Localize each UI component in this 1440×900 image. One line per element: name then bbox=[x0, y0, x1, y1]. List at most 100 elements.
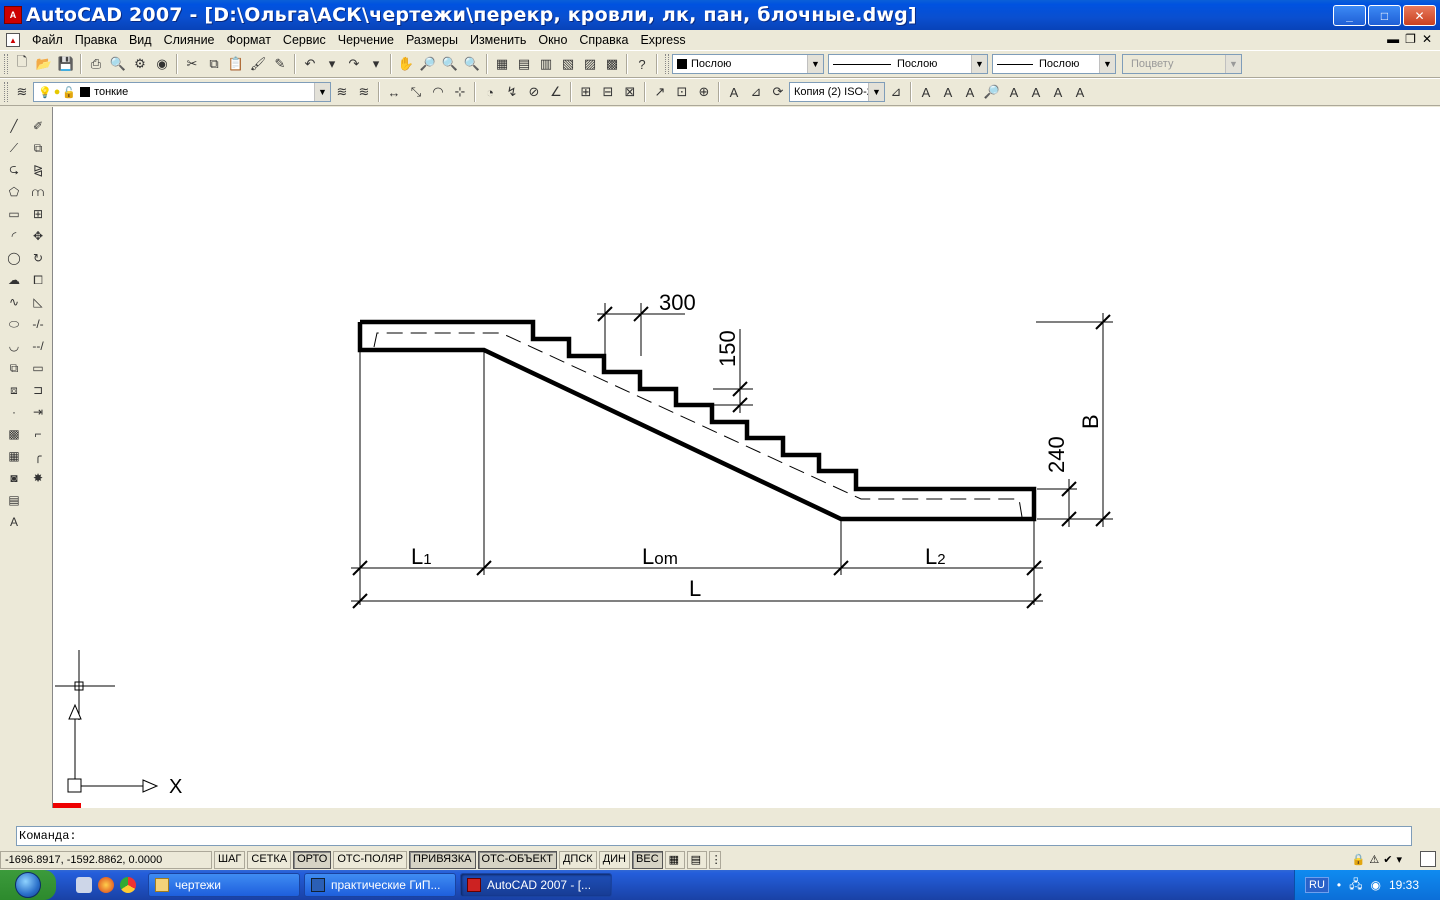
offset-icon[interactable]: ⩋ bbox=[26, 181, 50, 203]
continue-icon[interactable]: ⊠ bbox=[619, 81, 641, 103]
undo-dropdown-icon[interactable]: ▾ bbox=[321, 53, 343, 75]
match-properties-icon[interactable]: 🖌 bbox=[247, 53, 269, 75]
stretch-icon[interactable]: ◺ bbox=[26, 291, 50, 313]
doc-close-icon[interactable]: ✕ bbox=[1422, 32, 1432, 46]
scale-text-icon[interactable]: A bbox=[1047, 81, 1069, 103]
lock-toolbars-icon[interactable]: 🔒 bbox=[1352, 853, 1366, 866]
network-icon[interactable]: 🖧 bbox=[1349, 875, 1362, 896]
toolbar-grip[interactable] bbox=[4, 54, 8, 74]
chevron-down-icon[interactable]: ▼ bbox=[1099, 55, 1115, 73]
linetype-combo[interactable]: Послою ▼ bbox=[828, 54, 988, 74]
status-dropdown-icon[interactable]: ▾ bbox=[1396, 853, 1402, 866]
dim-text-L2[interactable]: L2 bbox=[925, 544, 946, 569]
new-icon[interactable]: 🗋 bbox=[11, 53, 33, 75]
chevron-down-icon[interactable]: ▼ bbox=[868, 83, 884, 101]
menu-draw[interactable]: Черчение bbox=[332, 33, 400, 47]
drawing-area[interactable]: 300 150 240 B L1 Lom L2 L X bbox=[52, 107, 1440, 808]
zoom-realtime-icon[interactable]: 🔎 bbox=[417, 53, 439, 75]
tolerance-icon[interactable]: ⊡ bbox=[671, 81, 693, 103]
revision-cloud-icon[interactable]: ☁ bbox=[2, 269, 26, 291]
grid-toggle[interactable]: СЕТКА bbox=[247, 851, 292, 869]
circle-icon[interactable]: ◯ bbox=[2, 247, 26, 269]
spline-icon[interactable]: ∿ bbox=[2, 291, 26, 313]
redo-icon[interactable]: ↷ bbox=[343, 53, 365, 75]
spelling-icon[interactable]: A bbox=[1003, 81, 1025, 103]
copy-object-icon[interactable]: ⧉ bbox=[26, 137, 50, 159]
center-mark-icon[interactable]: ⊕ bbox=[693, 81, 715, 103]
gradient-icon[interactable]: ▦ bbox=[2, 445, 26, 467]
cut-icon[interactable]: ✂ bbox=[181, 53, 203, 75]
dim-text-300[interactable]: 300 bbox=[659, 290, 696, 315]
menu-help[interactable]: Справка bbox=[573, 33, 634, 47]
help-icon[interactable]: ? bbox=[631, 53, 653, 75]
diameter-icon[interactable]: ⊘ bbox=[523, 81, 545, 103]
command-input[interactable]: Команда: bbox=[16, 826, 1412, 846]
join-icon[interactable]: ⇥ bbox=[26, 401, 50, 423]
title-bar[interactable]: A AutoCAD 2007 - [D:\Ольга\АСК\чертежи\п… bbox=[0, 0, 1440, 30]
justify-text-icon[interactable]: A bbox=[1069, 81, 1091, 103]
maximize-button[interactable]: □ bbox=[1368, 5, 1401, 26]
break-at-point-icon[interactable]: ▭ bbox=[26, 357, 50, 379]
ortho-toggle[interactable]: ОРТО bbox=[293, 851, 332, 869]
save-icon[interactable]: 💾 bbox=[55, 53, 77, 75]
menu-edit[interactable]: Правка bbox=[69, 33, 123, 47]
layer-combo[interactable]: 💡 ● 🔓 тонкие ▼ bbox=[33, 82, 331, 102]
show-desktop-icon[interactable] bbox=[76, 877, 92, 893]
menu-view[interactable]: Вид bbox=[123, 33, 158, 47]
polar-toggle[interactable]: ОТС-ПОЛЯР bbox=[333, 851, 408, 869]
extend-icon[interactable]: --/ bbox=[26, 335, 50, 357]
array-icon[interactable]: ⊞ bbox=[26, 203, 50, 225]
menu-merge[interactable]: Слияние bbox=[158, 33, 221, 47]
move-icon[interactable]: ✥ bbox=[26, 225, 50, 247]
snap-toggle[interactable]: ШАГ bbox=[214, 851, 246, 869]
menu-modify[interactable]: Изменить bbox=[464, 33, 532, 47]
erase-icon[interactable]: ✐ bbox=[26, 115, 50, 137]
dim-text-L[interactable]: L bbox=[689, 576, 701, 601]
mtext-icon[interactable]: A bbox=[2, 511, 26, 533]
opera-icon[interactable] bbox=[98, 877, 114, 893]
dyn-toggle[interactable]: ДИН bbox=[598, 851, 631, 869]
lineweight-combo[interactable]: Послою ▼ bbox=[992, 54, 1116, 74]
menu-window[interactable]: Окно bbox=[532, 33, 573, 47]
tray-dot-icon[interactable]: • bbox=[1337, 878, 1341, 892]
fillet-icon[interactable]: ╭ bbox=[26, 445, 50, 467]
chevron-down-icon[interactable]: ▼ bbox=[807, 55, 823, 73]
otrack-toggle[interactable]: ОТС-ОБЪЕКТ bbox=[477, 851, 557, 869]
multiline-text-icon[interactable]: A bbox=[915, 81, 937, 103]
open-icon[interactable]: 📂 bbox=[33, 53, 55, 75]
dim-text-B[interactable]: B bbox=[1078, 414, 1103, 429]
construction-line-icon[interactable]: ⟋ bbox=[2, 137, 26, 159]
undo-icon[interactable]: ↶ bbox=[299, 53, 321, 75]
dimstyle-combo[interactable]: Копия (2) ISO-2 ▼ bbox=[789, 82, 885, 102]
autocad-app-icon[interactable]: A bbox=[4, 6, 22, 24]
dim-update-icon[interactable]: ⟳ bbox=[767, 81, 789, 103]
design-center-icon[interactable]: ▤ bbox=[513, 53, 535, 75]
lwt-toggle[interactable]: ВЕС bbox=[632, 851, 663, 869]
dwf-icon[interactable]: ◉ bbox=[151, 53, 173, 75]
stair-outline[interactable] bbox=[357, 319, 1037, 522]
communication-center-icon[interactable]: ⚠ bbox=[1369, 853, 1379, 866]
close-button[interactable]: ✕ bbox=[1403, 5, 1436, 26]
menu-file[interactable]: Файл bbox=[26, 33, 69, 47]
task-autocad[interactable]: AutoCAD 2007 - [... bbox=[460, 873, 612, 897]
clean-screen-icon[interactable] bbox=[1420, 851, 1436, 867]
find-icon[interactable]: 🔎 bbox=[981, 81, 1003, 103]
ellipse-arc-icon[interactable]: ◡ bbox=[2, 335, 26, 357]
cad-standards-icon[interactable]: ✔ bbox=[1383, 853, 1392, 866]
zoom-window-icon[interactable]: 🔍 bbox=[439, 53, 461, 75]
ducs-toggle[interactable]: ДПСК bbox=[558, 851, 597, 869]
quick-dim-icon[interactable]: ⊞ bbox=[575, 81, 597, 103]
radius-icon[interactable]: ◔ bbox=[479, 81, 501, 103]
layer-manager-icon[interactable]: ≋ bbox=[11, 81, 33, 103]
hatch-icon[interactable]: ▩ bbox=[2, 423, 26, 445]
chrome-icon[interactable] bbox=[120, 877, 136, 893]
paste-icon[interactable]: 📋 bbox=[225, 53, 247, 75]
menu-express[interactable]: Express bbox=[634, 33, 691, 47]
line-icon[interactable]: ╱ bbox=[2, 115, 26, 137]
dim-style-manager-icon[interactable]: ⊿ bbox=[885, 81, 907, 103]
ellipse-icon[interactable]: ⬭ bbox=[2, 313, 26, 335]
polygon-icon[interactable]: ⬠ bbox=[2, 181, 26, 203]
angular-icon[interactable]: ∠ bbox=[545, 81, 567, 103]
make-block-icon[interactable]: ⧈ bbox=[2, 379, 26, 401]
table-icon[interactable]: ▤ bbox=[2, 489, 26, 511]
